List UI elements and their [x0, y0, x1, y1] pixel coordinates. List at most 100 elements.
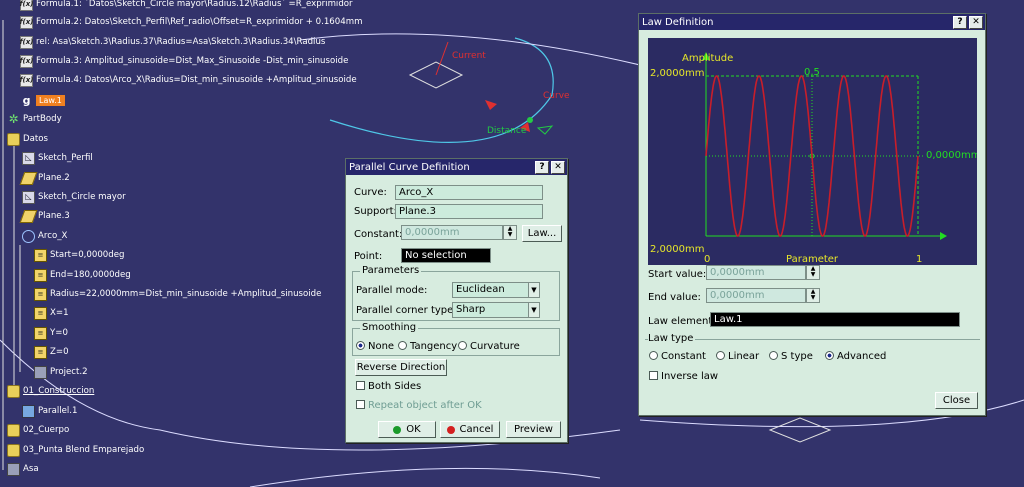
- start-value-field[interactable]: 0,0000mm: [706, 265, 806, 280]
- law-button[interactable]: Law...: [522, 225, 562, 242]
- smoothing-tangency-radio[interactable]: Tangency: [398, 341, 457, 352]
- start-value-label: Start value:: [648, 269, 707, 280]
- tree-formula-3[interactable]: f(x) Formula.3: Amplitud_sinusoide=Dist_M…: [20, 53, 348, 69]
- help-button[interactable]: ?: [535, 160, 549, 174]
- tree-asa[interactable]: Asa: [7, 461, 39, 477]
- tree-project-2[interactable]: Project.2: [34, 364, 88, 380]
- end-value-spinner[interactable]: ▲ ▼: [806, 288, 820, 303]
- tree-law[interactable]: g Law.1: [20, 92, 65, 108]
- tree-sketch-circle[interactable]: ◺ Sketch_Circle mayor: [22, 189, 126, 205]
- corner-type-label: Parallel corner type:: [356, 305, 457, 316]
- tree-punta[interactable]: 03_Punta Blend Emparejado: [7, 442, 144, 458]
- tree-formula-1[interactable]: f(x) Formula.1: `Datos\Sketch_Circle mayo…: [20, 0, 353, 12]
- tree-plane-2[interactable]: Plane.2: [19, 170, 70, 186]
- point-marker: [527, 117, 533, 123]
- cancel-button[interactable]: Cancel: [440, 421, 500, 438]
- constant-field[interactable]: 0,0000mm: [401, 225, 503, 240]
- radio-icon: [458, 341, 467, 350]
- distance-label: Distance: [487, 126, 527, 136]
- law-label: Law.1: [36, 94, 65, 106]
- tree-param-radius[interactable]: ≡ Radius=22,0000mm=Dist_min_sinusoide +Am…: [34, 286, 321, 302]
- tree-plane-3[interactable]: Plane.3: [19, 208, 70, 224]
- smoothing-title: Smoothing: [360, 322, 419, 333]
- end-value-field[interactable]: 0,0000mm: [706, 288, 806, 303]
- radio-selected-icon: [356, 341, 365, 350]
- law-icon: g: [22, 93, 31, 107]
- curve-field[interactable]: Arco_X: [395, 185, 543, 200]
- dialog-titlebar[interactable]: Parallel Curve Definition ? ✕: [346, 159, 567, 175]
- inverse-law-checkbox[interactable]: Inverse law: [649, 371, 718, 382]
- folder-icon: [7, 423, 20, 437]
- close-button[interactable]: ✕: [969, 15, 983, 29]
- curve-label: Curve:: [354, 187, 387, 198]
- parameter-icon: ≡: [34, 287, 47, 301]
- constant-label: Constant:: [354, 229, 403, 240]
- tree-param-y[interactable]: ≡ Y=0: [34, 325, 68, 341]
- point-field[interactable]: No selection: [401, 248, 491, 263]
- current-arrow: [435, 41, 449, 76]
- law-element-label: Law element:: [648, 316, 716, 327]
- preview-button[interactable]: Preview: [506, 421, 561, 438]
- support-label: Support:: [354, 206, 397, 217]
- parallel-mode-label: Parallel mode:: [356, 285, 428, 296]
- smoothing-curvature-radio[interactable]: Curvature: [458, 341, 520, 352]
- parameters-title: Parameters: [360, 265, 422, 276]
- tree-construccion[interactable]: 01_Construccion: [7, 383, 94, 399]
- law-element-field[interactable]: Law.1: [710, 312, 960, 327]
- tree-arco-x[interactable]: Arco_X: [22, 228, 67, 244]
- tree-parallel-1[interactable]: Parallel.1: [22, 403, 78, 419]
- corner-type-select[interactable]: Sharp ▼: [452, 302, 540, 318]
- close-button[interactable]: ✕: [551, 160, 565, 174]
- tree-param-x[interactable]: ≡ X=1: [34, 305, 69, 321]
- tree-partbody[interactable]: ✲ PartBody: [7, 111, 61, 127]
- tree-formula-2[interactable]: f(x) Formula.2: Datos\Sketch_Perfil\Ref_r…: [20, 14, 362, 30]
- smoothing-none-radio[interactable]: None: [356, 341, 394, 352]
- formula-icon: f(x): [20, 73, 33, 87]
- sketch-icon: ◺: [22, 151, 35, 165]
- radio-icon: [716, 351, 725, 360]
- close-dialog-button[interactable]: Close: [935, 392, 978, 409]
- tree-sketch-perfil[interactable]: ◺ Sketch_Perfil: [22, 150, 93, 166]
- law-type-constant-radio[interactable]: Constant: [649, 351, 706, 362]
- help-button[interactable]: ?: [953, 15, 967, 29]
- dialog-titlebar[interactable]: Law Definition ? ✕: [639, 14, 985, 30]
- law-type-advanced-radio[interactable]: Advanced: [825, 351, 886, 362]
- support-field[interactable]: Plane.3: [395, 204, 543, 219]
- law-type-s-radio[interactable]: S type: [769, 351, 813, 362]
- tree-cuerpo[interactable]: 02_Cuerpo: [7, 422, 69, 438]
- chevron-down-icon: ▼: [528, 303, 539, 317]
- reverse-direction-button[interactable]: Reverse Direction: [355, 359, 447, 376]
- tree-datos[interactable]: Datos: [7, 131, 48, 147]
- formula-icon: f(x): [20, 0, 33, 11]
- y-zero-label: 0,0000mm: [926, 150, 977, 161]
- construction-curve-2: [249, 467, 601, 487]
- radio-selected-icon: [825, 351, 834, 360]
- repeat-object-checkbox[interactable]: Repeat object after OK: [356, 400, 482, 411]
- tree-param-z[interactable]: ≡ Z=0: [34, 344, 69, 360]
- radio-icon: [769, 351, 778, 360]
- x-mid-label: 0,5: [804, 67, 820, 78]
- x-axis-label: Parameter: [786, 254, 839, 265]
- distance-arrow: [536, 125, 554, 135]
- tree-relation[interactable]: f(x) rel: Asa\Sketch.3\Radius.37\Radius=A…: [20, 34, 325, 50]
- constant-spinner[interactable]: ▲ ▼: [503, 225, 517, 240]
- dialog-title: Parallel Curve Definition: [349, 161, 470, 173]
- law-type-linear-radio[interactable]: Linear: [716, 351, 759, 362]
- tree-formula-4[interactable]: f(x) Formula.4: Datos\Arco_X\Radius=Dist_…: [20, 72, 357, 88]
- ok-button[interactable]: OK: [378, 421, 436, 438]
- curve-label: Curve: [543, 91, 570, 101]
- projection-icon: [34, 365, 47, 379]
- tree-param-end[interactable]: ≡ End=180,0000deg: [34, 267, 131, 283]
- plane-icon: [19, 171, 38, 185]
- tree-param-start[interactable]: ≡ Start=0,0000deg: [34, 247, 124, 263]
- both-sides-checkbox[interactable]: Both Sides: [356, 381, 421, 392]
- cancel-icon: [446, 425, 455, 434]
- x-start-label: 0: [704, 254, 710, 265]
- folder-icon: [7, 132, 20, 146]
- start-value-spinner[interactable]: ▲ ▼: [806, 265, 820, 280]
- body-icon: [7, 462, 20, 476]
- chevron-down-icon: ▼: [528, 283, 539, 297]
- law-chart[interactable]: Amplitude 2,0000mm 2,0000mm 0,0000mm 0,5…: [648, 38, 977, 265]
- law-type-title: Law type: [648, 333, 696, 344]
- parallel-mode-select[interactable]: Euclidean ▼: [452, 282, 540, 298]
